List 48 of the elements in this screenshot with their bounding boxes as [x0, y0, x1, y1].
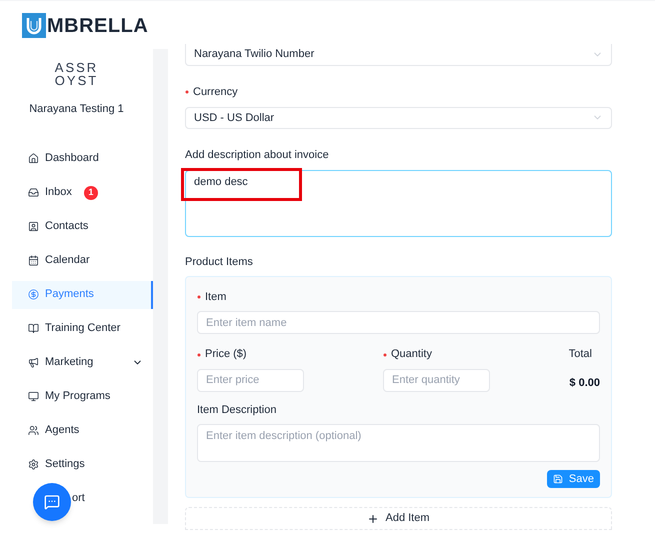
sidebar-item[interactable]: Settings: [12, 450, 153, 478]
field-label: Add description about invoice: [185, 148, 329, 163]
field-label: Item Description: [197, 402, 278, 418]
settings-icon: [28, 459, 39, 470]
home-icon: [28, 153, 39, 164]
field-label: Item: [205, 290, 226, 305]
notification-badge: 1: [84, 186, 98, 200]
sidebar-item[interactable]: Contacts: [12, 212, 153, 240]
users-icon: [28, 425, 39, 436]
total-value: $ 0.00: [569, 376, 600, 391]
field-label: Quantity: [391, 347, 432, 362]
item-name-field[interactable]: Enter item name: [197, 311, 600, 334]
sidebar-item[interactable]: Calendar: [12, 246, 153, 274]
sidebar-item[interactable]: Agents: [12, 416, 153, 444]
brand-name: MBRELLA: [47, 14, 148, 38]
save-icon: [552, 474, 563, 484]
description-field[interactable]: demo desc: [185, 170, 612, 238]
currency-select[interactable]: USD - US Dollar: [185, 107, 612, 129]
total-label: Total: [568, 347, 592, 362]
field-label: Currency: [193, 84, 238, 100]
sidebar-item[interactable]: ort: [12, 484, 153, 512]
sidebar-item[interactable]: My Programs: [12, 382, 153, 410]
section-title: Product Items: [185, 255, 254, 270]
monitor-icon: [28, 391, 39, 402]
field-label: Price ($): [205, 347, 247, 362]
price-field[interactable]: Enter price: [197, 368, 304, 392]
dollar-icon: [28, 289, 39, 300]
sidebar-item[interactable]: Marketing: [12, 348, 153, 376]
account-name: Narayana Testing 1: [28, 102, 125, 117]
chat-bubble-button[interactable]: [33, 483, 71, 521]
chat-icon: [44, 494, 60, 510]
quantity-field[interactable]: Enter quantity: [383, 368, 490, 392]
sidebar-item[interactable]: Training Center: [12, 314, 153, 342]
calendar-icon: [28, 255, 39, 266]
contact-card-icon: [28, 221, 39, 232]
phone-number-select[interactable]: Narayana Twilio Number: [185, 44, 612, 66]
add-item-button[interactable]: Add Item: [185, 507, 612, 530]
sidebar-item[interactable]: Payments: [12, 280, 153, 308]
inbox-icon: [28, 187, 39, 198]
book-icon: [28, 323, 39, 334]
item-description-field[interactable]: Enter item description (optional): [197, 424, 600, 462]
sidebar-item[interactable]: Inbox 1: [12, 178, 153, 206]
megaphone-icon: [28, 357, 39, 368]
account-logo-text: ASSR: [54, 61, 98, 74]
account-logo-text: OYST: [54, 74, 98, 87]
plus-icon: [367, 512, 380, 525]
sidebar-item[interactable]: Dashboard: [12, 144, 153, 172]
umbrella-logo-icon: [22, 13, 46, 38]
